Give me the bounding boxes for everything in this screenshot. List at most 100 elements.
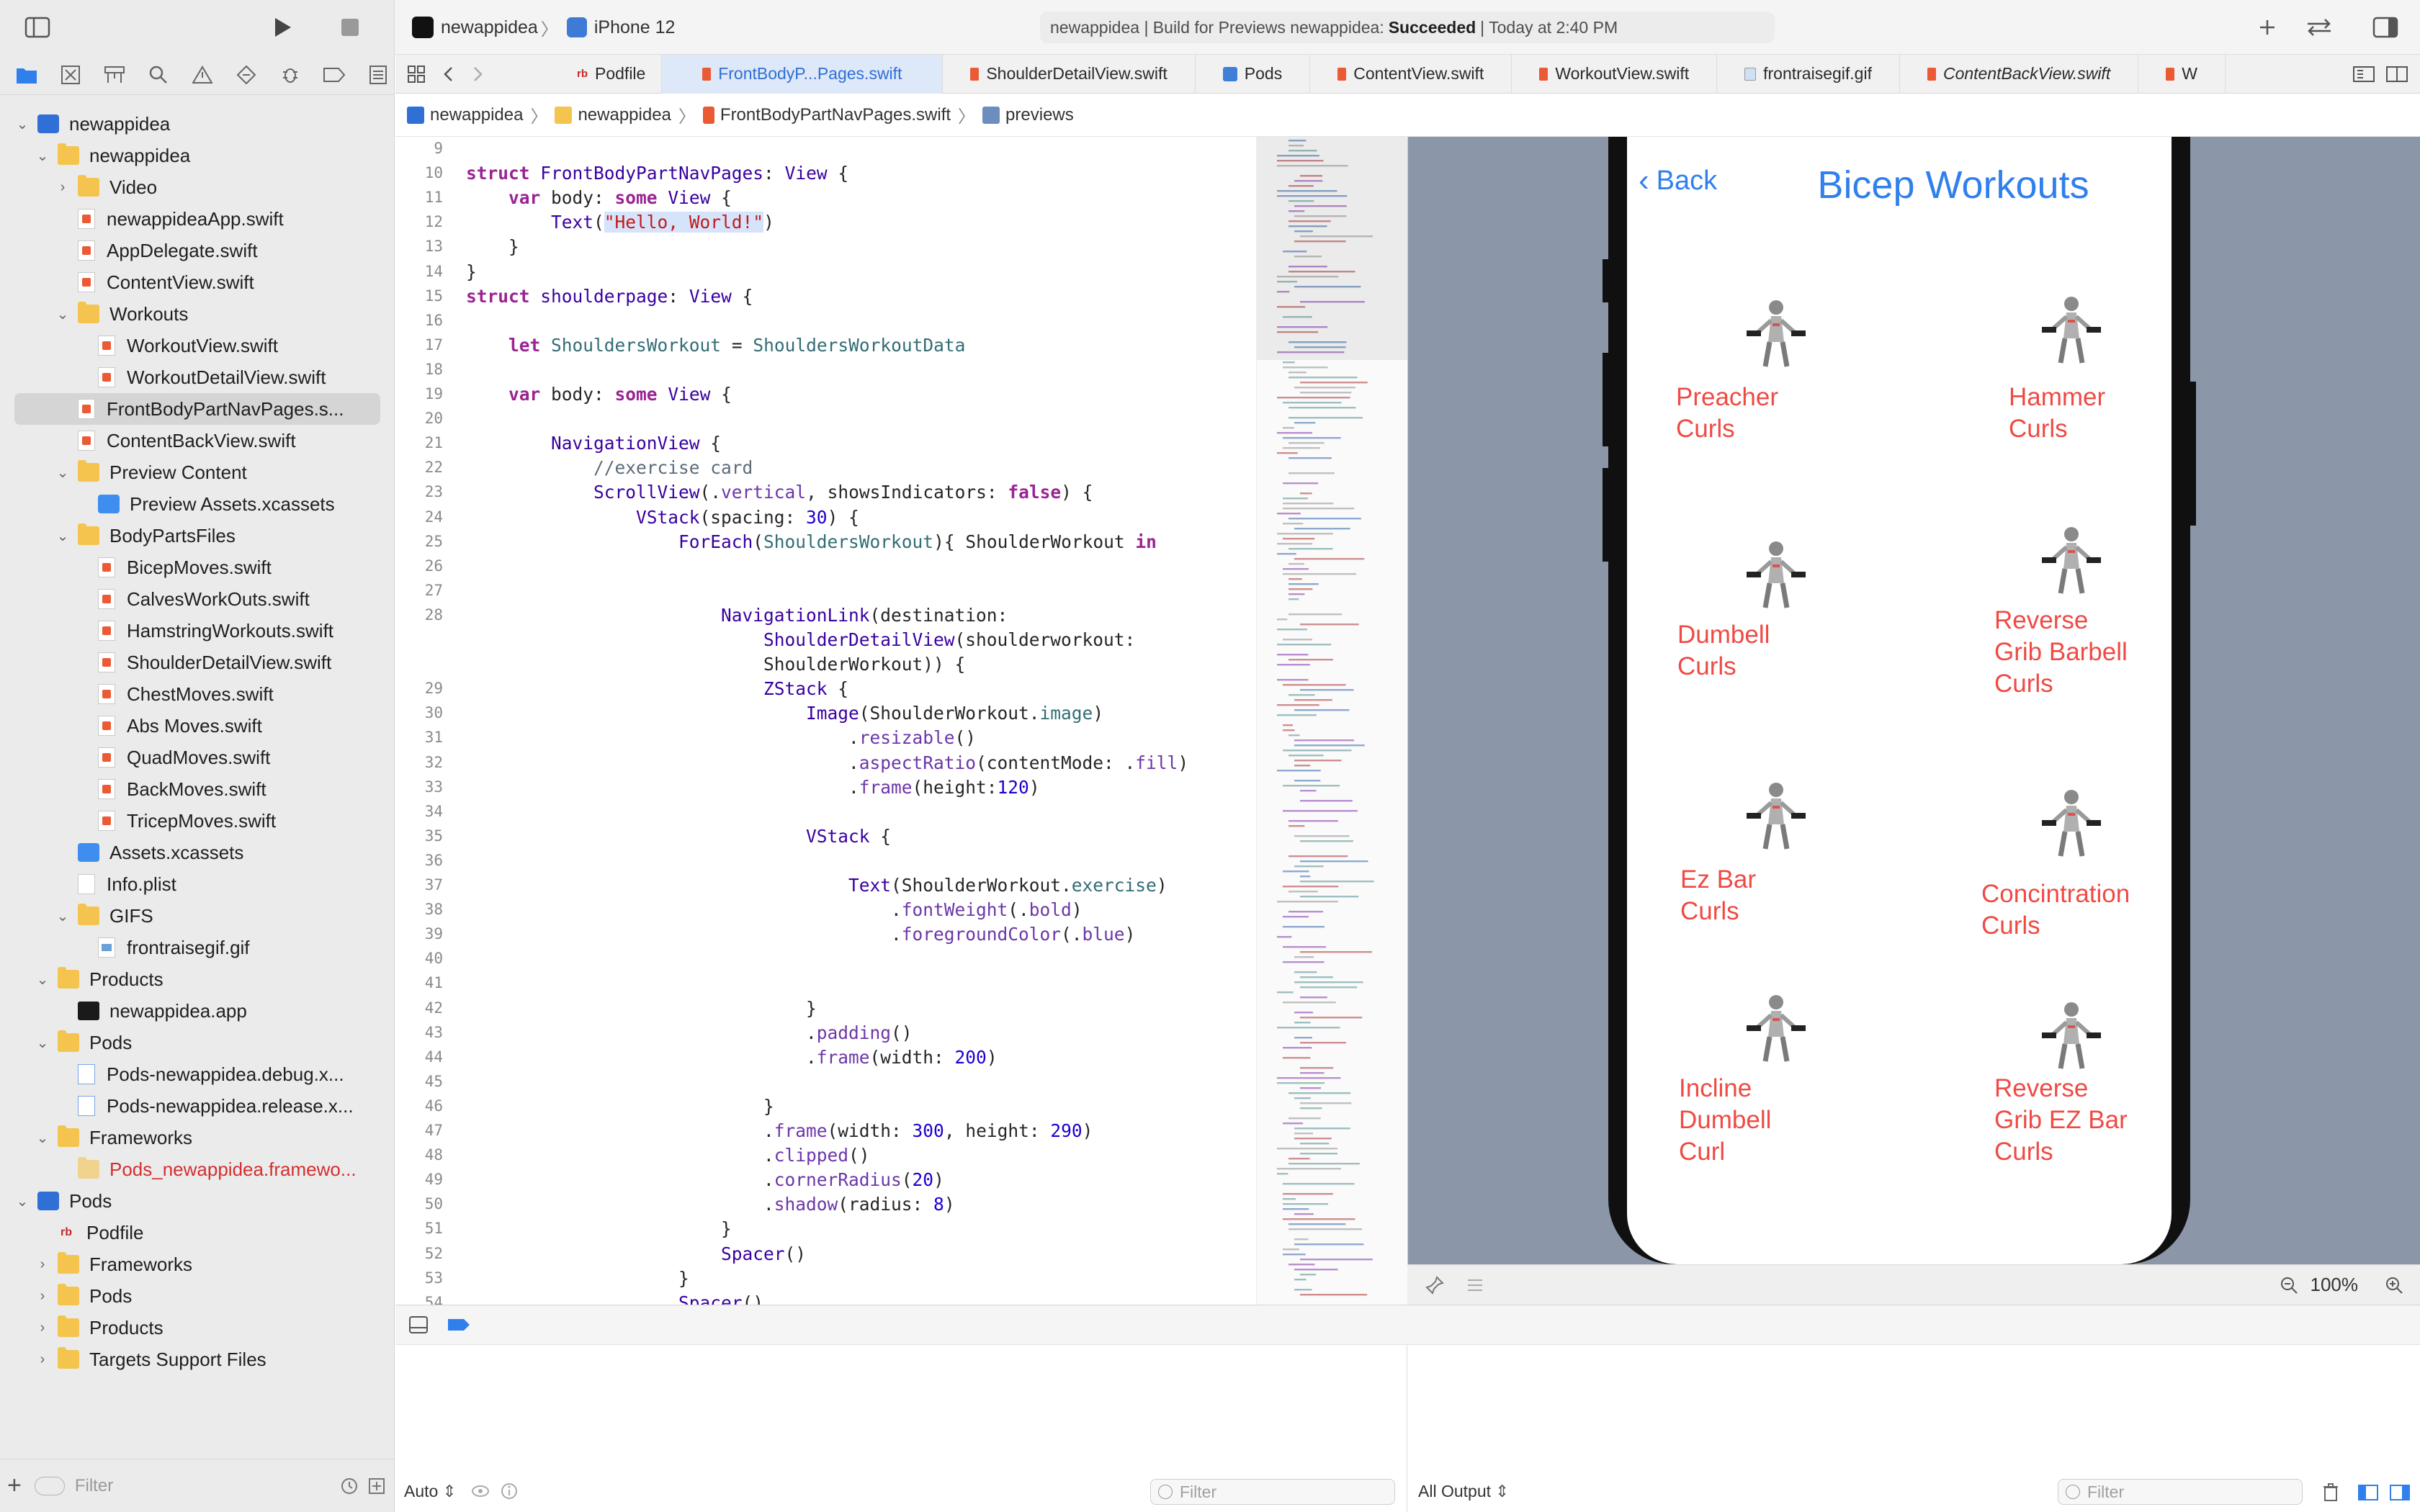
navigator-item[interactable]: ⌄ Pods xyxy=(0,1027,395,1058)
navigator-item[interactable]: ContentBackView.swift xyxy=(0,425,395,456)
source-editor[interactable]: 9 10 11 12 13 14 15 16 17 18 19 20 21 22 23 24 25 26 27 28 2… xyxy=(395,137,1256,1305)
editor-tab[interactable]: ShoulderDetailView.swift xyxy=(943,54,1196,94)
debug-navigator-icon[interactable] xyxy=(274,59,306,91)
navigator-item[interactable]: newappideaApp.swift xyxy=(0,203,395,235)
disclosure-open-icon[interactable]: ⌄ xyxy=(55,908,71,924)
add-library-icon[interactable] xyxy=(2253,14,2282,40)
navigator-item[interactable]: Pods-newappidea.release.x... xyxy=(0,1090,395,1122)
disclosure-open-icon[interactable]: ⌄ xyxy=(14,116,30,132)
variables-filter-input[interactable]: Filter xyxy=(1150,1479,1395,1505)
trash-icon[interactable] xyxy=(2318,1480,2343,1505)
disclosure-open-icon[interactable]: ⌄ xyxy=(55,528,71,544)
navigator-item[interactable]: WorkoutDetailView.swift xyxy=(0,361,395,393)
navigator-item[interactable]: ContentView.swift xyxy=(0,266,395,298)
editor-tab[interactable]: W xyxy=(2138,54,2226,94)
pin-preview-icon[interactable] xyxy=(1422,1272,1448,1298)
navigator-item[interactable]: Info.plist xyxy=(0,868,395,900)
test-navigator-icon[interactable] xyxy=(230,59,262,91)
related-items-icon[interactable] xyxy=(404,62,429,86)
filter-options-icon[interactable] xyxy=(34,1476,65,1495)
navigator-item[interactable]: ⌄ Workouts xyxy=(0,298,395,330)
zoom-out-icon[interactable] xyxy=(2277,1274,2300,1297)
console-filter-input[interactable]: Filter xyxy=(2058,1479,2303,1505)
issue-navigator-icon[interactable] xyxy=(186,59,218,91)
navigator-filter-input[interactable]: Filter xyxy=(75,1476,339,1496)
scheme-selector[interactable]: newappidea 〉 iPhone 12 xyxy=(412,14,675,40)
navigator-item[interactable]: › Video xyxy=(0,171,395,203)
navigator-item[interactable]: Preview Assets.xcassets xyxy=(0,488,395,520)
print-description-icon[interactable] xyxy=(498,1480,520,1502)
navigator-item[interactable]: HamstringWorkouts.swift xyxy=(0,615,395,647)
navigator-item[interactable]: ⌄ Products xyxy=(0,963,395,995)
navigator-item[interactable]: ⌄ newappidea xyxy=(0,140,395,171)
navigator-item[interactable]: › Targets Support Files xyxy=(0,1344,395,1375)
navigator-item[interactable]: QuadMoves.swift xyxy=(0,742,395,773)
breadcrumb-project[interactable]: newappidea xyxy=(407,105,523,125)
navigator-item[interactable]: ShoulderDetailView.swift xyxy=(0,647,395,678)
navigator-item[interactable]: rb Podfile xyxy=(0,1217,395,1248)
navigator-item[interactable]: ⌄ Pods xyxy=(0,1185,395,1217)
report-navigator-icon[interactable] xyxy=(362,59,394,91)
navigator-item[interactable]: FrontBodyPartNavPages.s... xyxy=(14,393,380,425)
disclosure-open-icon[interactable]: ⌄ xyxy=(35,1035,50,1051)
variants-icon[interactable] xyxy=(1462,1272,1488,1298)
go-back-icon[interactable] xyxy=(437,62,459,86)
disclosure-open-icon[interactable]: ⌄ xyxy=(55,464,71,481)
editor-tab[interactable]: ContentBackView.swift xyxy=(1900,54,2139,94)
disclosure-open-icon[interactable]: ⌄ xyxy=(14,1193,30,1210)
navigator-item[interactable]: Abs Moves.swift xyxy=(0,710,395,742)
hide-debug-area-icon[interactable] xyxy=(407,1313,430,1336)
editor-options-icon[interactable] xyxy=(2351,63,2377,85)
navigator-item[interactable]: newappidea.app xyxy=(0,995,395,1027)
source-control-filter-icon[interactable] xyxy=(366,1475,387,1497)
inspector-toggle-icon[interactable] xyxy=(2371,14,2400,40)
find-navigator-icon[interactable] xyxy=(142,59,174,91)
breakpoint-navigator-icon[interactable] xyxy=(318,59,350,91)
breadcrumb-symbol[interactable]: previews xyxy=(982,105,1074,125)
breadcrumb-group[interactable]: newappidea xyxy=(555,105,671,125)
breadcrumb-file[interactable]: FrontBodyPartNavPages.swift xyxy=(702,105,951,125)
editor-tab[interactable]: ContentView.swift xyxy=(1310,54,1512,94)
disclosure-open-icon[interactable]: ⌄ xyxy=(35,148,50,164)
navigator-item[interactable]: ⌄ BodyPartsFiles xyxy=(0,520,395,552)
add-file-icon[interactable]: + xyxy=(7,1472,22,1500)
show-variables-icon[interactable] xyxy=(2356,1480,2380,1505)
disclosure-closed-icon[interactable]: › xyxy=(35,1288,50,1304)
disclosure-closed-icon[interactable]: › xyxy=(55,179,71,195)
output-selector[interactable]: All Output xyxy=(1418,1482,1491,1501)
editor-tab[interactable]: FrontBodyP...Pages.swift xyxy=(662,54,944,94)
disclosure-open-icon[interactable]: ⌄ xyxy=(35,971,50,988)
symbol-navigator-icon[interactable] xyxy=(98,59,130,91)
zoom-level[interactable]: 100% xyxy=(2311,1274,2359,1296)
navigator-item[interactable]: ⌄ newappidea xyxy=(0,108,395,140)
editor-tab[interactable]: frontraisegif.gif xyxy=(1717,54,1900,94)
navigator-item[interactable]: TricepMoves.swift xyxy=(0,805,395,837)
source-control-navigator-icon[interactable] xyxy=(54,59,86,91)
quick-look-icon[interactable] xyxy=(470,1480,491,1502)
disclosure-open-icon[interactable]: ⌄ xyxy=(35,1130,50,1146)
show-console-icon[interactable] xyxy=(2388,1480,2412,1505)
navigator-item[interactable]: Pods_newappidea.framewo... xyxy=(0,1153,395,1185)
navigator-item[interactable]: ⌄ Frameworks xyxy=(0,1122,395,1153)
navigator-item[interactable]: AppDelegate.swift xyxy=(0,235,395,266)
zoom-in-icon[interactable] xyxy=(2383,1274,2406,1297)
code-review-icon[interactable] xyxy=(2302,14,2336,40)
navigator-item[interactable]: ⌄ GIFS xyxy=(0,900,395,932)
minimap[interactable] xyxy=(1256,137,1407,1305)
editor-tab[interactable]: WorkoutView.swift xyxy=(1512,54,1718,94)
split-editor-icon[interactable] xyxy=(2384,63,2410,85)
disclosure-closed-icon[interactable]: › xyxy=(35,1256,50,1272)
navigator-item[interactable]: Pods-newappidea.debug.x... xyxy=(0,1058,395,1090)
project-navigator-icon[interactable] xyxy=(10,59,42,91)
navigator-item[interactable]: Assets.xcassets xyxy=(0,837,395,868)
recent-files-icon[interactable] xyxy=(339,1475,360,1497)
navigator-item[interactable]: BackMoves.swift xyxy=(0,773,395,805)
navigator-item[interactable]: CalvesWorkOuts.swift xyxy=(0,583,395,615)
disclosure-open-icon[interactable]: ⌄ xyxy=(55,306,71,323)
navigator-item[interactable]: ChestMoves.swift xyxy=(0,678,395,710)
editor-tab[interactable]: Pods xyxy=(1196,54,1311,94)
variables-mode-selector[interactable]: Auto xyxy=(404,1482,438,1501)
navigator-item[interactable]: › Products xyxy=(0,1312,395,1344)
go-forward-icon[interactable] xyxy=(467,62,489,86)
breakpoints-toggle-icon[interactable] xyxy=(444,1313,473,1336)
